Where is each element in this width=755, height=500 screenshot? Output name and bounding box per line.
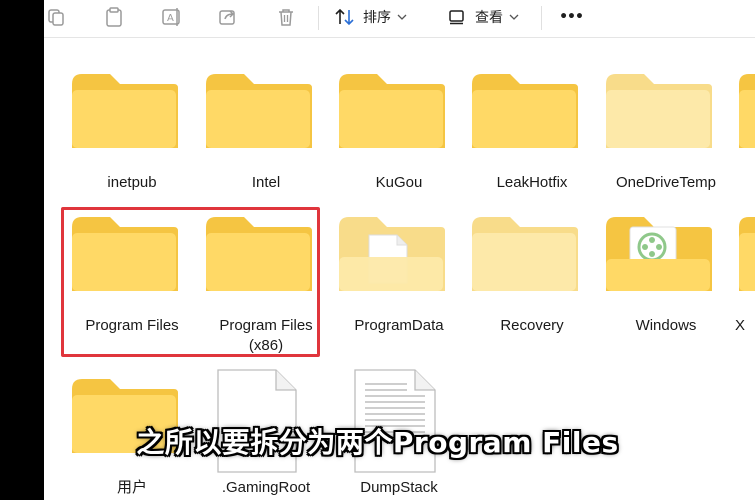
delete-icon [279, 9, 293, 26]
toolbar-separator [541, 6, 542, 30]
highlight-box [61, 207, 320, 357]
folder-label: Recovery [500, 317, 564, 334]
sort-icon [335, 8, 354, 26]
folder-label: X [735, 317, 746, 334]
copy-button[interactable] [44, 0, 70, 34]
folder-icon [606, 74, 712, 148]
folder-label: inetpub [107, 174, 157, 191]
folder-icon [739, 217, 755, 291]
file-label: .GamingRoot [221, 479, 311, 496]
view-label: 查看 [475, 10, 503, 26]
folder-label: Intel [251, 174, 281, 191]
view-icon [449, 10, 464, 25]
copy-icon [48, 9, 64, 26]
delete-button[interactable] [270, 0, 302, 34]
share-button[interactable] [212, 0, 244, 34]
svg-text:A: A [167, 13, 174, 24]
folder-icon [339, 74, 445, 148]
folder-icon [739, 74, 755, 148]
sort-label: 排序 [363, 10, 391, 26]
more-button[interactable]: ••• [552, 0, 590, 34]
folder-label: Windows [635, 317, 697, 334]
folder-icon [472, 217, 578, 291]
folder-label: 用户 [116, 479, 147, 496]
folder-icon [472, 74, 578, 148]
video-subtitle: 之所以要拆分为两个Program Files [136, 426, 619, 459]
folder-label: KuGou [375, 174, 423, 191]
chevron-down-icon [397, 14, 407, 20]
more-icon: ••• [559, 9, 584, 25]
chevron-down-icon [509, 14, 519, 20]
toolbar-separator [318, 6, 319, 30]
sort-button[interactable]: 排序 [334, 0, 416, 34]
share-icon [219, 10, 235, 25]
command-bar: A 排序 查看 ••• [44, 0, 755, 38]
paste-button[interactable] [98, 0, 130, 34]
rename-button[interactable]: A [156, 0, 188, 34]
folder-icon [206, 74, 312, 148]
folder-media-icon [606, 217, 712, 291]
folder-document-icon [339, 217, 445, 291]
file-label: DumpStack [360, 479, 438, 496]
folder-label: OneDriveTemp [615, 174, 717, 191]
folder-label: LeakHotfix [496, 174, 568, 191]
rename-icon: A [162, 8, 180, 26]
view-button[interactable]: 查看 [448, 0, 530, 34]
paste-icon [106, 7, 122, 27]
folder-icon [72, 74, 178, 148]
folder-label: ProgramData [354, 317, 444, 334]
